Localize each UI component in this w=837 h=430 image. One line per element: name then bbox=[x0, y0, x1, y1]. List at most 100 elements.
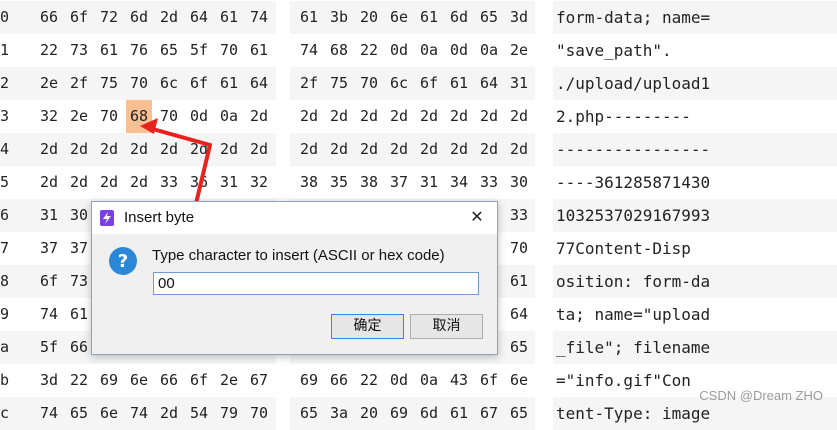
hex-byte[interactable]: 20 bbox=[356, 1, 382, 34]
hex-byte[interactable]: 74 bbox=[246, 1, 272, 34]
hex-byte[interactable]: 36 bbox=[186, 166, 212, 199]
hex-byte[interactable]: 2f bbox=[66, 67, 92, 100]
hex-byte[interactable]: 0a bbox=[416, 34, 442, 67]
hex-byte[interactable]: 68 bbox=[126, 100, 152, 133]
hex-byte[interactable]: 31 bbox=[216, 166, 242, 199]
hex-byte[interactable]: 6f bbox=[416, 67, 442, 100]
hex-byte[interactable]: 2e bbox=[506, 34, 532, 67]
hex-byte[interactable]: 64 bbox=[506, 298, 532, 331]
hex-byte[interactable]: 6d bbox=[446, 1, 472, 34]
hex-byte[interactable]: 66 bbox=[326, 364, 352, 397]
hex-byte[interactable]: 2d bbox=[66, 133, 92, 166]
hex-byte[interactable]: 2d bbox=[156, 1, 182, 34]
ascii-text[interactable]: 2.php--------- bbox=[556, 100, 691, 133]
hex-byte[interactable]: 6f bbox=[186, 67, 212, 100]
ascii-text[interactable]: ----361285871430 bbox=[556, 166, 710, 199]
hex-byte[interactable]: 2d bbox=[476, 100, 502, 133]
hex-byte[interactable]: 22 bbox=[356, 364, 382, 397]
hex-byte[interactable]: 70 bbox=[126, 67, 152, 100]
hex-byte[interactable]: 2d bbox=[246, 100, 272, 133]
hex-byte[interactable]: 3b bbox=[326, 1, 352, 34]
hex-byte[interactable]: 2d bbox=[386, 100, 412, 133]
ok-button[interactable]: 确定 bbox=[331, 314, 404, 339]
hex-byte[interactable]: 2d bbox=[506, 100, 532, 133]
hex-byte[interactable]: 74 bbox=[36, 397, 62, 430]
close-icon[interactable]: ✕ bbox=[467, 208, 487, 228]
hex-byte[interactable]: 70 bbox=[506, 232, 532, 265]
hex-byte[interactable]: 72 bbox=[96, 1, 122, 34]
hex-byte[interactable]: 2d bbox=[416, 100, 442, 133]
hex-byte[interactable]: 31 bbox=[416, 166, 442, 199]
hex-byte[interactable]: 37 bbox=[36, 232, 62, 265]
ascii-text[interactable]: osition: form-da bbox=[556, 265, 710, 298]
ascii-text[interactable]: "save_path". bbox=[556, 34, 672, 67]
ascii-text[interactable]: _file"; filename bbox=[556, 331, 710, 364]
hex-byte[interactable]: 69 bbox=[296, 364, 322, 397]
cancel-button[interactable]: 取消 bbox=[410, 314, 483, 339]
hex-byte[interactable]: 64 bbox=[186, 1, 212, 34]
hex-byte[interactable]: 54 bbox=[186, 397, 212, 430]
hex-byte[interactable]: 70 bbox=[96, 100, 122, 133]
hex-byte[interactable]: 6d bbox=[416, 397, 442, 430]
hex-byte[interactable]: 6e bbox=[386, 1, 412, 34]
hex-byte[interactable]: 2d bbox=[96, 166, 122, 199]
hex-byte[interactable]: 65 bbox=[66, 397, 92, 430]
hex-byte[interactable]: 2f bbox=[296, 67, 322, 100]
hex-byte[interactable]: 79 bbox=[216, 397, 242, 430]
hex-byte[interactable]: 75 bbox=[326, 67, 352, 100]
hex-byte[interactable]: 2d bbox=[386, 133, 412, 166]
ascii-text[interactable]: 77Content-Disp bbox=[556, 232, 691, 265]
hex-byte[interactable]: 2d bbox=[476, 133, 502, 166]
hex-byte[interactable]: 6f bbox=[36, 265, 62, 298]
hex-byte[interactable]: 2d bbox=[66, 166, 92, 199]
hex-byte[interactable]: 2d bbox=[156, 397, 182, 430]
hex-byte[interactable]: 6e bbox=[506, 364, 532, 397]
hex-byte[interactable]: 2d bbox=[416, 133, 442, 166]
hex-byte[interactable]: 70 bbox=[356, 67, 382, 100]
hex-byte[interactable]: 34 bbox=[446, 166, 472, 199]
hex-byte[interactable]: 30 bbox=[506, 166, 532, 199]
hex-byte[interactable]: 22 bbox=[356, 34, 382, 67]
hex-byte[interactable]: 61 bbox=[216, 1, 242, 34]
hex-byte[interactable]: 65 bbox=[296, 397, 322, 430]
hex-byte[interactable]: 2d bbox=[96, 133, 122, 166]
hex-byte[interactable]: 5f bbox=[186, 34, 212, 67]
hex-byte[interactable]: 65 bbox=[506, 331, 532, 364]
hex-byte[interactable]: 30 bbox=[66, 199, 92, 232]
hex-byte[interactable]: 68 bbox=[326, 34, 352, 67]
hex-byte[interactable]: 33 bbox=[476, 166, 502, 199]
hex-byte[interactable]: 61 bbox=[66, 298, 92, 331]
hex-byte[interactable]: 67 bbox=[476, 397, 502, 430]
hex-byte[interactable]: 2e bbox=[66, 100, 92, 133]
hex-byte[interactable]: 6f bbox=[186, 364, 212, 397]
hex-byte[interactable]: 3d bbox=[506, 1, 532, 34]
hex-byte[interactable]: 74 bbox=[296, 34, 322, 67]
hex-byte[interactable]: 6d bbox=[126, 1, 152, 34]
byte-input[interactable] bbox=[153, 272, 479, 295]
hex-byte[interactable]: 67 bbox=[246, 364, 272, 397]
hex-byte[interactable]: 6f bbox=[476, 364, 502, 397]
hex-byte[interactable]: 70 bbox=[216, 34, 242, 67]
hex-byte[interactable]: 0a bbox=[476, 34, 502, 67]
hex-byte[interactable]: 3d bbox=[36, 364, 62, 397]
hex-byte[interactable]: 2d bbox=[126, 166, 152, 199]
hex-byte[interactable]: 3a bbox=[326, 397, 352, 430]
hex-byte[interactable]: 2d bbox=[36, 133, 62, 166]
hex-byte[interactable]: 22 bbox=[66, 364, 92, 397]
hex-byte[interactable]: 74 bbox=[36, 298, 62, 331]
hex-byte[interactable]: 69 bbox=[96, 364, 122, 397]
hex-byte[interactable]: 32 bbox=[246, 166, 272, 199]
hex-byte[interactable]: 22 bbox=[36, 34, 62, 67]
hex-byte[interactable]: 66 bbox=[66, 331, 92, 364]
hex-byte[interactable]: 70 bbox=[156, 100, 182, 133]
hex-byte[interactable]: 6c bbox=[156, 67, 182, 100]
hex-byte[interactable]: 20 bbox=[356, 397, 382, 430]
hex-byte[interactable]: 61 bbox=[96, 34, 122, 67]
hex-byte[interactable]: 61 bbox=[296, 1, 322, 34]
hex-byte[interactable]: 6c bbox=[386, 67, 412, 100]
hex-byte[interactable]: 31 bbox=[506, 67, 532, 100]
hex-byte[interactable]: 64 bbox=[246, 67, 272, 100]
hex-byte[interactable]: 76 bbox=[126, 34, 152, 67]
hex-byte[interactable]: 64 bbox=[476, 67, 502, 100]
hex-byte[interactable]: 66 bbox=[36, 1, 62, 34]
